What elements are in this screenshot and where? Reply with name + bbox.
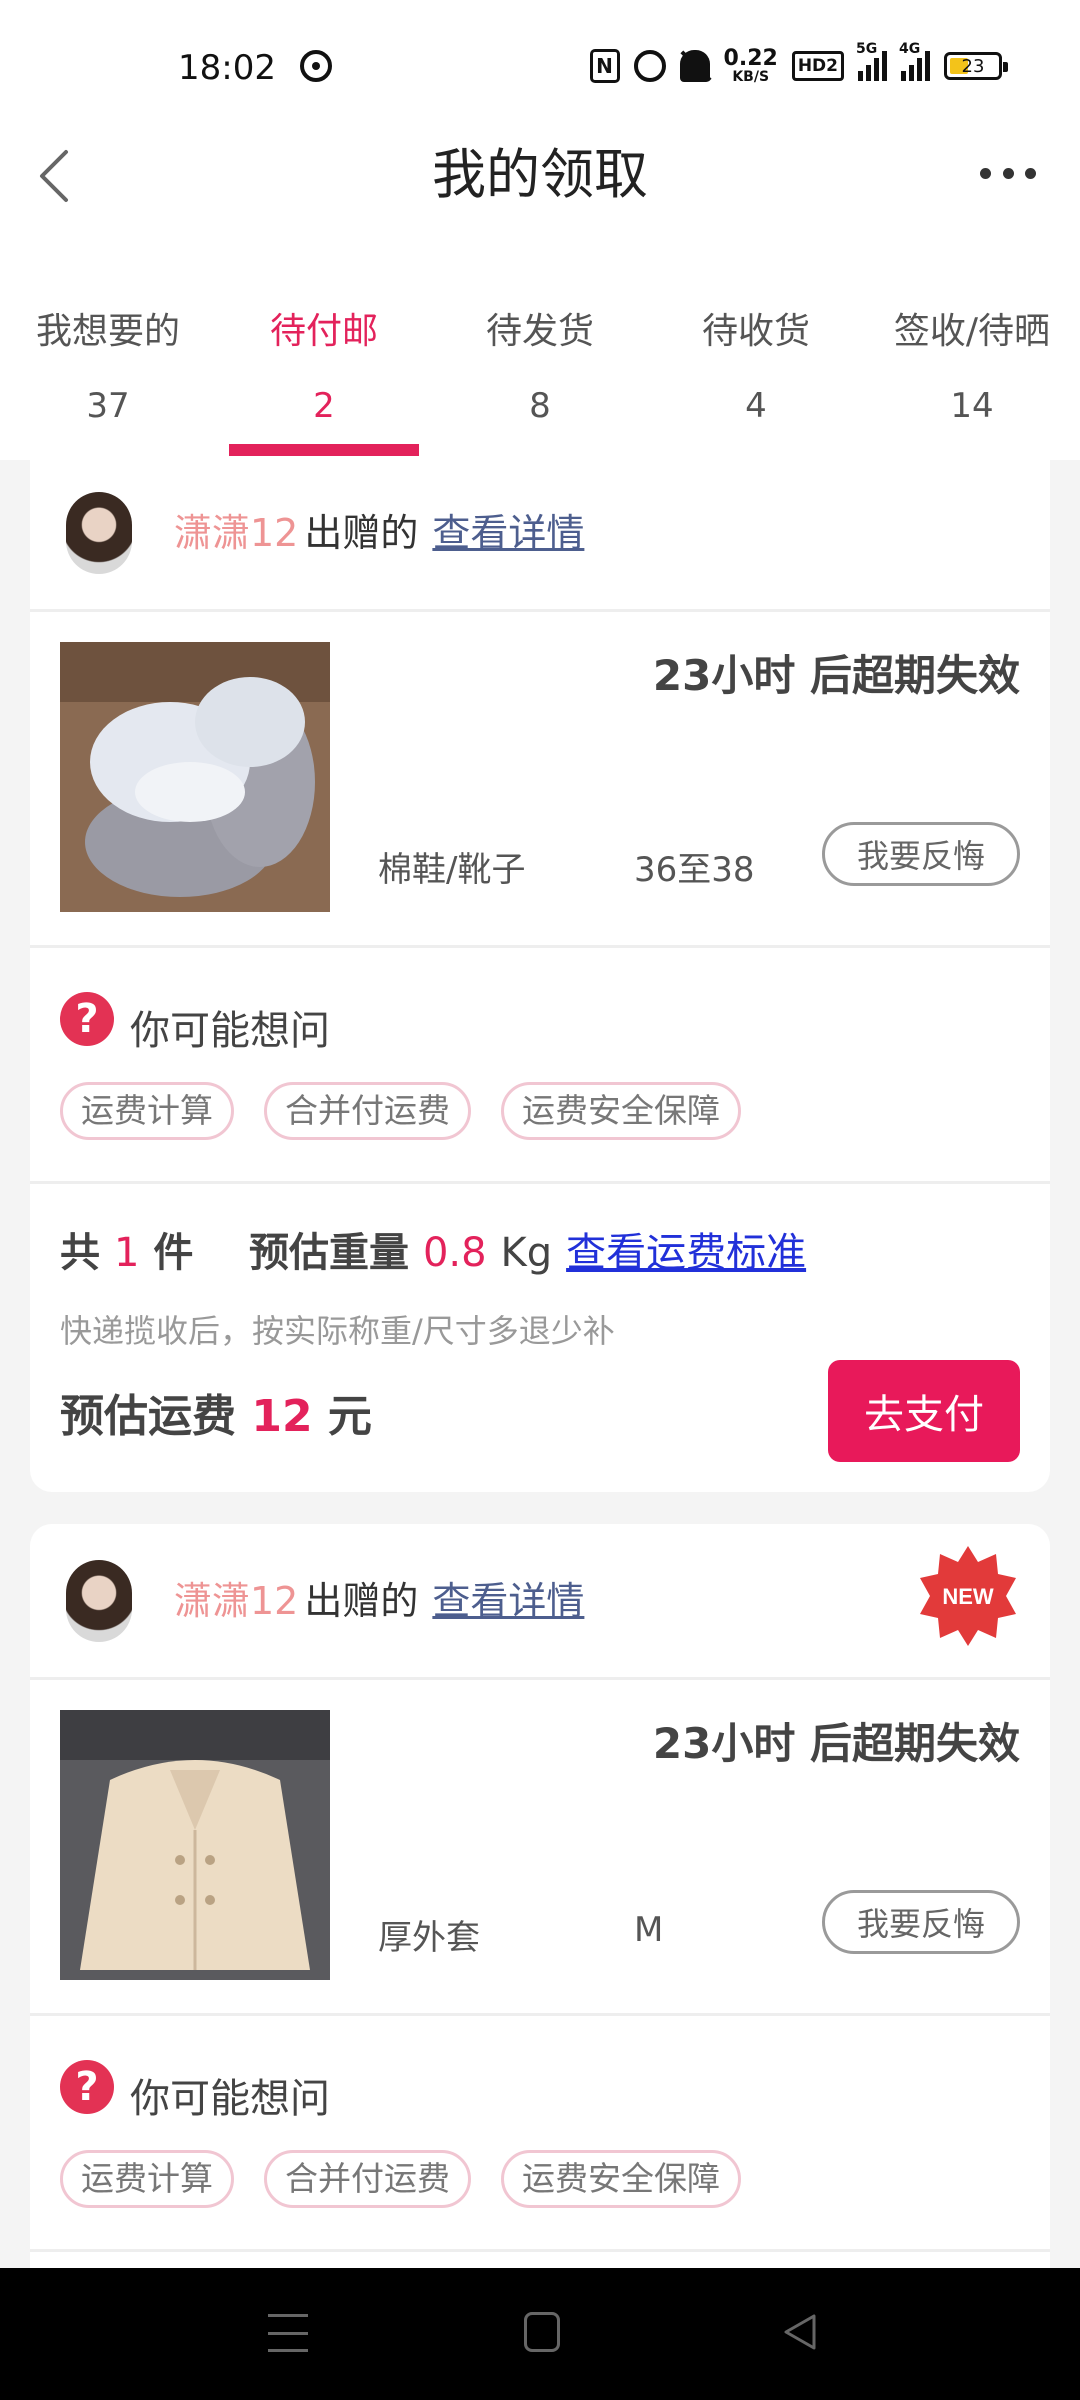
faq-chips: 运费计算 合并付运费 运费安全保障 <box>60 1082 741 1140</box>
giver-row: 潇潇12 出赠的 查看详情 NEW <box>30 1524 1050 1680</box>
faq-chip-shipping-calc[interactable]: 运费计算 <box>60 1082 234 1140</box>
tab-bar: 我想要的 37 待付邮 2 待发货 8 待收货 4 签收/待晒 14 <box>0 280 1080 460</box>
giver-line: 潇潇12 出赠的 查看详情 <box>174 1570 584 1625</box>
signal-4g-label: 4G <box>899 41 921 57</box>
faq-chip-shipping-safety[interactable]: 运费安全保障 <box>501 2150 741 2208</box>
shipping-standard-link[interactable]: 查看运费标准 <box>566 1230 806 1276</box>
tab-label: 待发货 <box>485 311 594 352</box>
expire-countdown: 23小时 后超期失效 <box>652 1719 1020 1768</box>
system-nav-bar <box>0 2268 1080 2400</box>
nfc-icon: N <box>589 49 620 83</box>
expire-countdown: 23小时 后超期失效 <box>652 651 1020 700</box>
tab-label: 我想要的 <box>35 311 180 352</box>
faq-chip-shipping-safety[interactable]: 运费安全保障 <box>501 1082 741 1140</box>
faq-chip-combine-shipping[interactable]: 合并付运费 <box>264 1082 471 1140</box>
signal-5g-icon: 5G <box>856 41 887 81</box>
battery-icon: 23 <box>944 52 1008 80</box>
battery-level: 23 <box>961 55 985 77</box>
avatar[interactable] <box>66 1560 132 1642</box>
fee-label: 预估运费 <box>60 1391 236 1442</box>
weight-unit: Kg <box>500 1230 553 1276</box>
view-details-link[interactable]: 查看详情 <box>432 502 584 557</box>
faq-chip-shipping-calc[interactable]: 运费计算 <box>60 2150 234 2208</box>
tab-to-pay-postage[interactable]: 待付邮 2 <box>216 280 432 460</box>
tab-label: 待付邮 <box>269 311 378 352</box>
giver-name[interactable]: 潇潇12 <box>174 1570 298 1625</box>
faq-title: 你可能想问 <box>130 1008 330 1054</box>
giver-suffix: 出赠的 <box>304 1579 419 1623</box>
product-image-slippers[interactable] <box>60 642 330 912</box>
product-category: 棉鞋/靴子 <box>378 850 526 890</box>
tab-count: 4 <box>745 386 767 426</box>
product-size: 36至38 <box>634 850 755 890</box>
tab-label: 签收/待晒 <box>893 311 1051 352</box>
network-speed: 0.22 KB/S <box>723 46 778 85</box>
alarm-icon <box>633 50 666 82</box>
pay-button[interactable]: 去支付 <box>828 1360 1020 1462</box>
status-time: 18:02 <box>178 48 276 88</box>
count-prefix: 共 <box>60 1230 100 1276</box>
faq-chips: 运费计算 合并付运费 运费安全保障 <box>60 2150 741 2208</box>
giver-line: 潇潇12 出赠的 查看详情 <box>174 502 584 557</box>
item-count: 1 <box>113 1230 140 1276</box>
network-speed-value: 0.22 <box>723 46 778 71</box>
more-options-icon[interactable] <box>980 160 1036 186</box>
tab-count: 37 <box>86 386 130 426</box>
faq-title: 你可能想问 <box>130 2076 330 2122</box>
fee-value: 12 <box>251 1391 313 1442</box>
tab-count: 8 <box>529 386 551 426</box>
fee-line: 预估运费 12 元 <box>60 1380 372 1444</box>
product-image-coat[interactable] <box>60 1710 330 1980</box>
giver-name[interactable]: 潇潇12 <box>174 502 298 557</box>
recent-apps-icon[interactable] <box>268 2314 308 2352</box>
app-notification-icon <box>300 50 332 82</box>
status-bar: 18:02 N 0.22 KB/S HD2 5G 4G 23 <box>0 0 1080 140</box>
page-title: 我的领取 <box>432 143 648 206</box>
regret-button[interactable]: 我要反悔 <box>822 1890 1020 1954</box>
tab-label: 待收货 <box>701 311 810 352</box>
faq-chip-combine-shipping[interactable]: 合并付运费 <box>264 2150 471 2208</box>
weight-line: 共 1 件 预估重量 0.8 Kg 查看运费标准 <box>60 1220 806 1278</box>
signal-5g-label: 5G <box>856 41 878 57</box>
regret-button[interactable]: 我要反悔 <box>822 822 1020 886</box>
fee-unit: 元 <box>327 1391 372 1442</box>
order-card: 潇潇12 出赠的 查看详情 23小时 后超期失效 棉鞋/靴子 36至38 我要反… <box>30 456 1050 1492</box>
tab-want[interactable]: 我想要的 37 <box>0 280 216 460</box>
avatar[interactable] <box>66 492 132 574</box>
giver-row: 潇潇12 出赠的 查看详情 <box>30 456 1050 612</box>
hd-voice-icon: HD2 <box>791 51 844 81</box>
signal-4g-icon: 4G <box>899 41 930 81</box>
weight-label: 预估重量 <box>249 1230 410 1276</box>
status-icons: N 0.22 KB/S HD2 5G 4G 23 <box>589 41 1008 88</box>
tab-to-ship[interactable]: 待发货 8 <box>432 280 648 460</box>
back-triangle-icon[interactable] <box>780 2312 820 2352</box>
tab-received-review[interactable]: 签收/待晒 14 <box>864 280 1080 460</box>
product-size: M <box>634 1910 664 1950</box>
question-icon: ? <box>60 2060 114 2114</box>
product-category: 厚外套 <box>378 1918 480 1958</box>
new-badge: NEW <box>920 1546 1016 1646</box>
faq-section: ? 你可能想问 运费计算 合并付运费 运费安全保障 <box>30 948 1050 1184</box>
faq-section: ? 你可能想问 运费计算 合并付运费 运费安全保障 <box>30 2016 1050 2252</box>
product-row: 23小时 后超期失效 棉鞋/靴子 36至38 我要反悔 <box>30 612 1050 948</box>
mute-bell-icon <box>679 50 710 82</box>
new-badge-label: NEW <box>942 1584 994 1609</box>
tab-count: 2 <box>313 386 335 426</box>
network-speed-unit: KB/S <box>732 69 770 85</box>
count-unit: 件 <box>153 1230 194 1276</box>
giver-suffix: 出赠的 <box>304 511 419 555</box>
product-row: 23小时 后超期失效 厚外套 M 我要反悔 <box>30 1680 1050 2016</box>
shipping-summary: 共 1 件 预估重量 0.8 Kg 查看运费标准 快递揽收后，按实际称重/尺寸多… <box>30 1184 1050 1492</box>
view-details-link[interactable]: 查看详情 <box>432 1570 584 1625</box>
home-icon[interactable] <box>524 2312 560 2352</box>
tab-to-receive[interactable]: 待收货 4 <box>648 280 864 460</box>
shipping-note: 快递揽收后，按实际称重/尺寸多退少补 <box>60 1312 615 1350</box>
tab-count: 14 <box>950 386 994 426</box>
question-icon: ? <box>60 992 114 1046</box>
weight-value: 0.8 <box>422 1230 487 1276</box>
